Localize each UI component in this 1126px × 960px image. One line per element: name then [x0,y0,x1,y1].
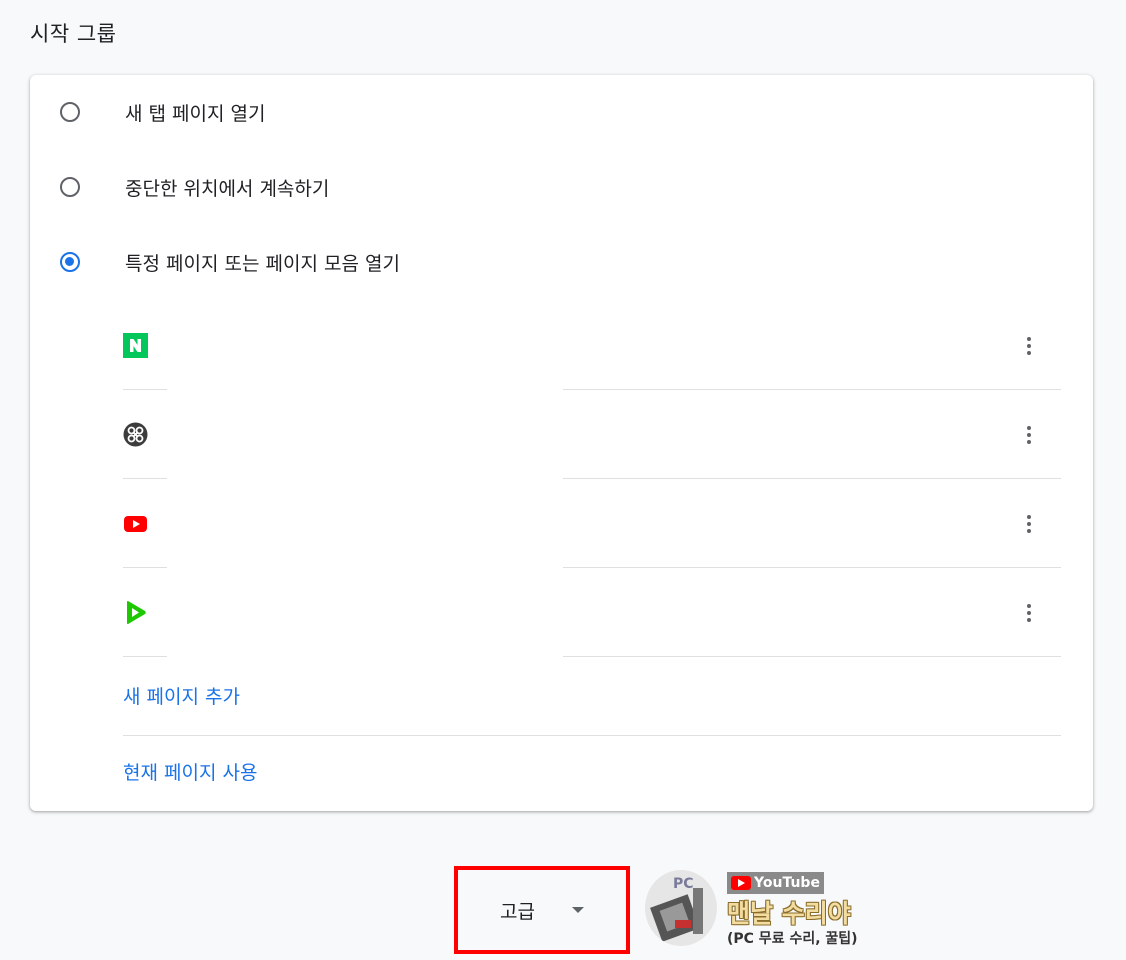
naver-icon [123,333,148,358]
radio-label: 새 탭 페이지 열기 [125,102,266,125]
radio-option-new-tab[interactable]: 새 탭 페이지 열기 [60,92,265,132]
use-current-pages-link[interactable]: 현재 페이지 사용 [123,758,257,785]
startup-card: 새 탭 페이지 열기 중단한 위치에서 계속하기 특정 페이지 또는 페이지 모… [30,75,1093,811]
watermark-subtitle: (PC 무료 수리, 꿀팁) [727,931,858,947]
radio-label: 중단한 위치에서 계속하기 [125,177,330,200]
caret-down-icon [571,907,584,913]
use-current-row: 현재 페이지 사용 [123,751,1061,791]
more-actions-icon[interactable] [1017,599,1041,627]
radio-button[interactable] [60,102,80,122]
more-actions-icon[interactable] [1017,510,1041,538]
radio-option-continue[interactable]: 중단한 위치에서 계속하기 [60,167,329,207]
app-link-icon [123,422,148,447]
radio-button[interactable] [60,177,80,197]
watermark-badge: PC [673,876,694,892]
youtube-badge: YouTube [727,872,824,894]
watermark-logo: PC [645,870,717,946]
add-new-page-link[interactable]: 새 페이지 추가 [123,682,240,709]
add-page-row: 새 페이지 추가 [123,675,1061,715]
play-icon [123,600,148,625]
divider [123,735,1061,736]
watermark-title: 맨날 수리야 [727,899,851,928]
section-title: 시작 그룹 [30,22,117,46]
radio-button-checked[interactable] [60,252,80,272]
youtube-text: YouTube [754,875,820,891]
startup-page-row [123,479,1061,568]
youtube-logo-icon [731,876,751,890]
startup-page-row [123,390,1061,479]
advanced-button[interactable]: 고급 [500,892,584,928]
advanced-label: 고급 [500,900,535,923]
more-actions-icon[interactable] [1017,421,1041,449]
watermark: PC YouTube 맨날 수리야 (PC 무료 수리, 꿀팁) [645,870,885,950]
radio-option-specific-pages[interactable]: 특정 페이지 또는 페이지 모음 열기 [60,242,400,282]
startup-page-row [123,301,1061,390]
startup-page-row [123,568,1061,657]
more-actions-icon[interactable] [1017,332,1041,360]
youtube-icon [123,511,148,536]
radio-label: 특정 페이지 또는 페이지 모음 열기 [125,252,400,275]
